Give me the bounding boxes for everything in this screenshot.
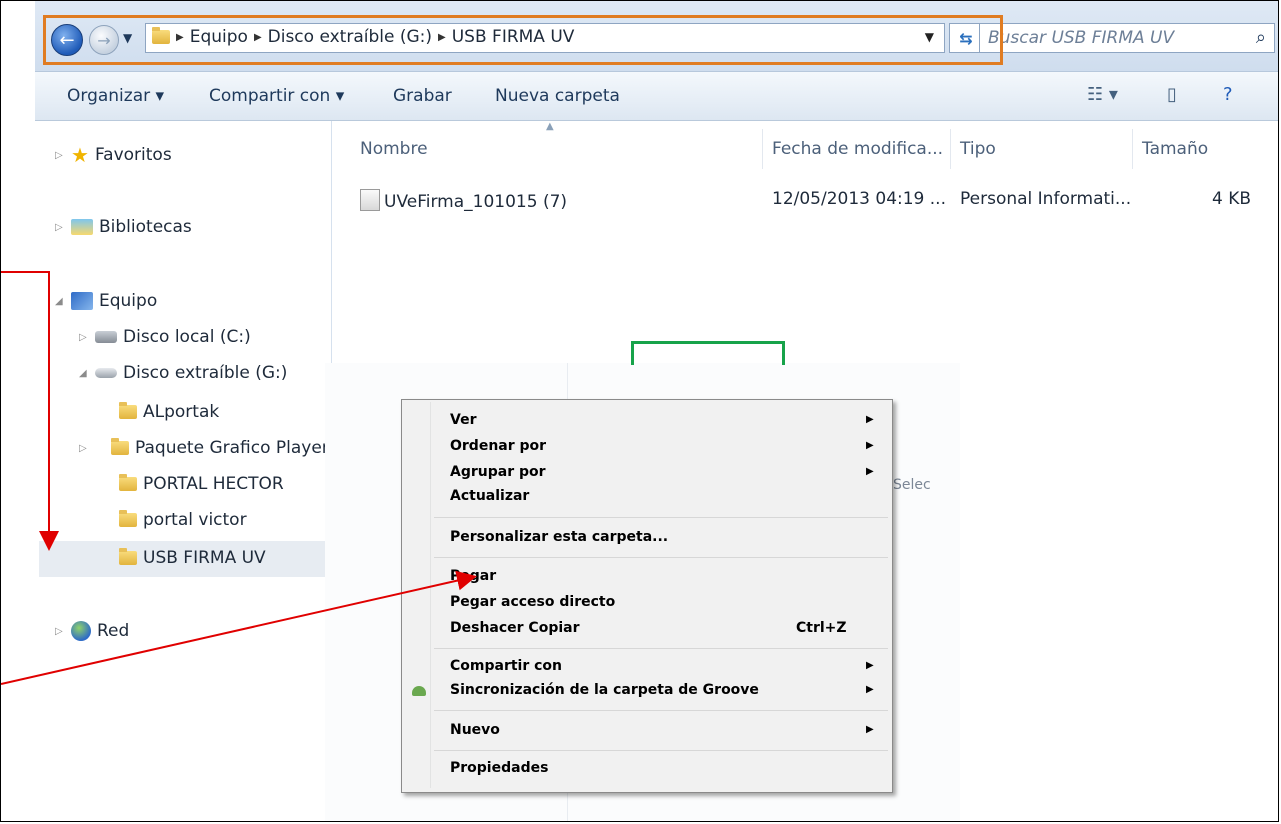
- screenshot-frame: ← → ▼ ▶ Equipo ▶ Disco extraíble (G:) ▶ …: [0, 0, 1279, 822]
- annotation-arrows: [1, 271, 477, 685]
- annotation-arrow-to-usb-folder: [1, 271, 59, 551]
- annotation-arrow-to-pegar: [1, 570, 477, 685]
